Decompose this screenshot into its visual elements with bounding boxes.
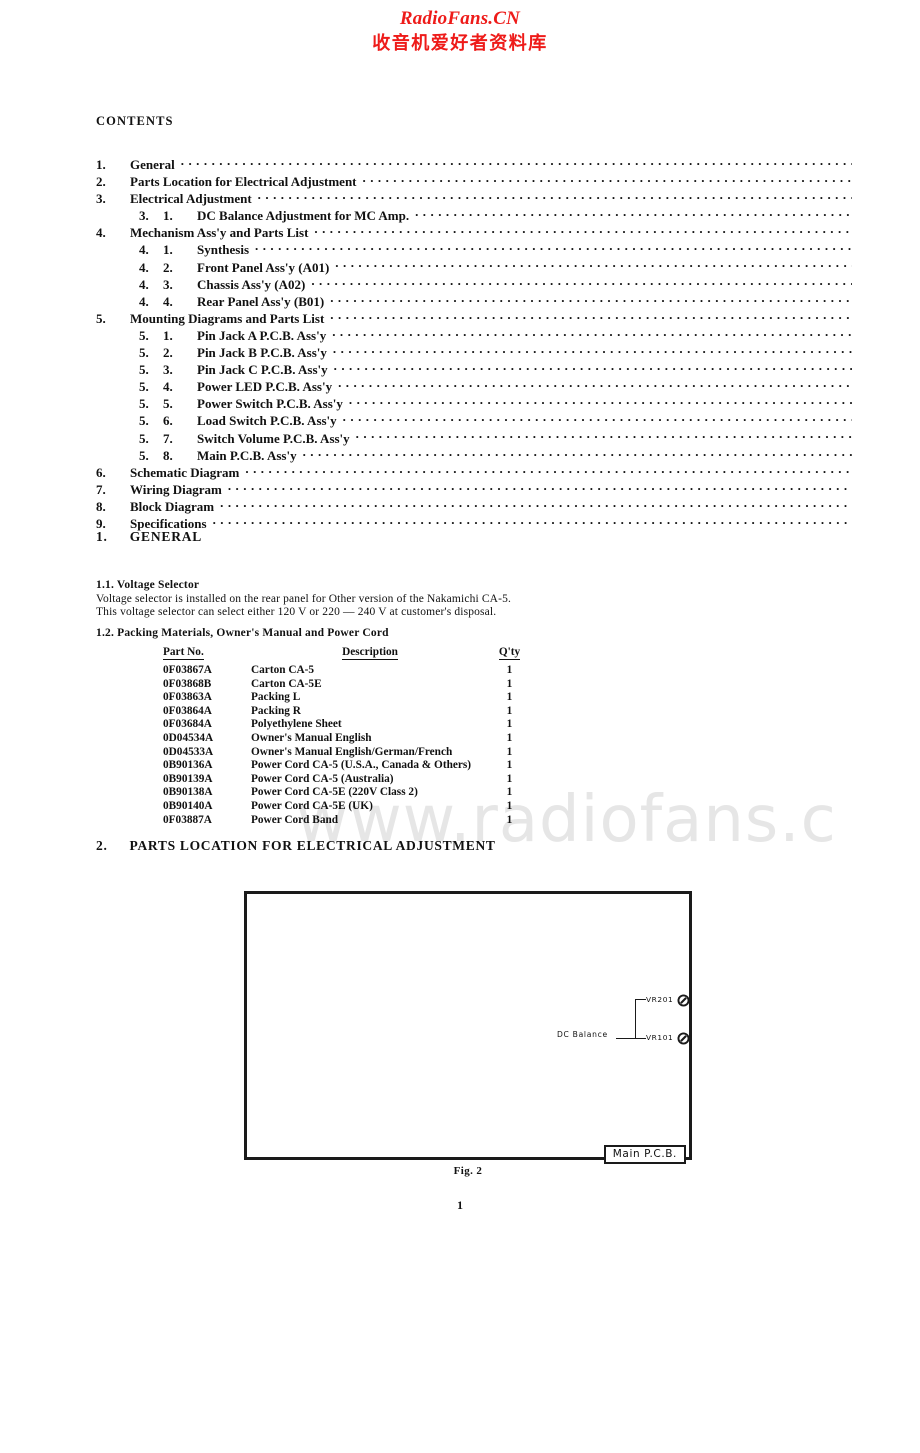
site-brand-en: RadioFans.CN [399,8,521,29]
contents-title: CONTENTS [96,114,174,128]
parts-table-body: 0F03867A Carton CA-5 1 0F03868B Carton CA-5E… [163,661,530,827]
section-1-title: GENERAL [129,529,203,544]
cell-qty: 1 [506,718,513,731]
parts-table-head: Part No. Description Q'ty [163,645,530,661]
callout-lead-line-bottom [635,1037,646,1039]
cell-qty: 1 [506,731,513,744]
cell-part-no: 0F03863A [163,691,212,704]
figure-caption: Fig. 2 [453,1165,483,1177]
section-1-number: 1. [96,529,108,544]
cell-description: Power Cord CA-5E (220V Class 2) [251,786,418,799]
cell-qty: 1 [506,745,513,758]
cell-part-no: 0F03684A [163,718,212,731]
dc-balance-label: DC Balance [557,1030,608,1039]
table-row: 0B90138A Power Cord CA-5E (220V Class 2) 1 [163,786,530,800]
cell-part-no: 0B90139A [163,772,213,785]
main-pcb-label: Main P.C.B. [603,1145,686,1164]
cell-qty: 1 [506,813,513,826]
subsection-1-1-line1: Voltage selector is installed on the rea… [96,592,512,605]
header-qty-text: Q'ty [498,646,521,660]
section-2-title: PARTS LOCATION FOR ELECTRICAL ADJUSTMENT [129,838,496,853]
cell-part-no: 0B90140A [163,799,213,812]
vr201-label: VR201 [646,995,674,1004]
cell-qty: 1 [506,677,513,690]
packing-parts-table: Part No. Description Q'ty 0F03867A Carton… [163,645,530,827]
cell-description: Packing R [251,704,301,717]
section-2-number: 2. [96,838,108,853]
table-row: 0F03868B Carton CA-5E 1 [163,678,530,692]
table-row: 0F03684A Polyethylene Sheet 1 [163,718,530,732]
cell-description: Power Cord CA-5 (U.S.A., Canada & Others… [251,759,472,772]
cell-qty: 1 [506,704,513,717]
table-row: 0F03867A Carton CA-5 1 [163,661,530,678]
cell-description: Packing L [251,691,301,704]
callout-bracket-line [635,1000,637,1039]
section-1-heading: 1. GENERAL [96,529,202,545]
page-number: 1 [457,1198,463,1212]
table-row: 0F03887A Power Cord Band 1 [163,814,530,828]
site-header: RadioFans.CN 收音机爱好者资料库 [0,8,920,56]
cell-description: Carton CA-5 [251,664,315,676]
toc-entry[interactable]: 9.Specifications14 [96,515,856,532]
cell-part-no: 0F03864A [163,704,212,717]
table-row: 0D04534A Owner's Manual English 1 [163,732,530,746]
cell-part-no: 0F03868B [163,677,212,690]
cell-part-no: 0D04534A [163,731,214,744]
section-2-heading: 2. PARTS LOCATION FOR ELECTRICAL ADJUSTME… [96,838,496,854]
cell-description: Owner's Manual English [251,731,372,744]
table-row: 0B90139A Power Cord CA-5 (Australia) 1 [163,773,530,787]
subsection-1-1: 1.1. Voltage Selector Voltage selector i… [96,579,511,620]
cell-part-no: 0F03867A [163,664,212,676]
callout-lead-line [616,1037,636,1039]
cell-description: Owner's Manual English/German/French [251,745,453,758]
cell-part-no: 0D04533A [163,745,214,758]
subsection-1-2-heading: 1.2. Packing Materials, Owner's Manual a… [96,627,389,639]
parts-location-figure: DC Balance VR201 VR101 Main P.C.B. [244,891,692,1164]
table-row: 0B90140A Power Cord CA-5E (UK) 1 [163,800,530,814]
cell-qty: 1 [506,664,513,676]
cell-qty: 1 [506,799,513,812]
subsection-1-1-heading: 1.1. Voltage Selector [96,579,200,591]
cell-description: Carton CA-5E [251,677,322,690]
cell-part-no: 0B90136A [163,759,213,772]
table-row: 0B90136A Power Cord CA-5 (U.S.A., Canada … [163,759,530,773]
header-part-no-text: Part No. [163,646,204,660]
vr101-label: VR101 [646,1033,674,1042]
cell-qty: 1 [506,772,513,785]
table-row: 0F03863A Packing L 1 [163,691,530,705]
table-row: 0F03864A Packing R 1 [163,705,530,719]
cell-qty: 1 [506,759,513,772]
document-page: www.radiofans.c RadioFans.CN 收音机爱好者资料库 C… [0,0,920,1297]
header-part-no: Part No. [163,645,251,661]
cell-description: Power Cord Band [251,813,339,826]
subsection-1-1-line2: This voltage selector can select either … [96,606,497,618]
cell-part-no: 0B90138A [163,786,213,799]
site-brand-cn: 收音机爱好者资料库 [372,33,548,54]
dc-balance-callout-group: DC Balance VR201 VR101 [557,984,692,1045]
table-row: 0D04533A Owner's Manual English/German/Fr… [163,746,530,760]
cell-qty: 1 [506,786,513,799]
cell-qty: 1 [506,691,513,704]
callout-lead-line-top [635,999,646,1001]
parts-table-header-row: Part No. Description Q'ty [163,645,530,661]
cell-description: Power Cord CA-5 (Australia) [251,772,394,785]
trimmer-pot-icon [677,1030,690,1045]
cell-description: Power Cord CA-5E (UK) [251,799,373,812]
table-of-contents: 1.General12.Parts Location for Electrica… [96,156,856,532]
cell-part-no: 0F03887A [163,813,212,826]
header-qty: Q'ty [489,645,530,661]
header-description: Description [251,645,489,661]
header-description-text: Description [342,646,398,660]
trimmer-pot-icon [677,992,690,1007]
cell-description: Polyethylene Sheet [251,718,342,731]
